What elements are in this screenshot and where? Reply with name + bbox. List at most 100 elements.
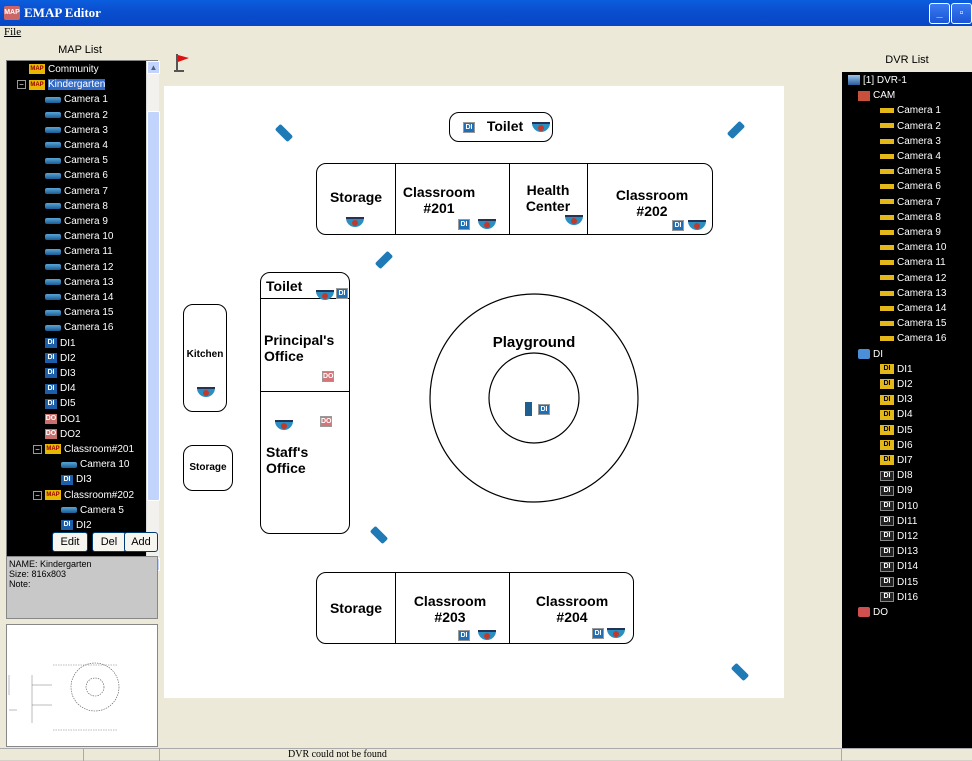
map-tree-item[interactable]: Camera 8 [45, 199, 108, 214]
dvr-tree-item[interactable]: DI DI2 [880, 377, 913, 392]
map-tree-item[interactable]: Camera 15 [45, 305, 113, 320]
room-health-center[interactable]: Health Center [518, 180, 578, 216]
di-sensor-icon[interactable]: DI [458, 630, 470, 641]
dvr-tree-item[interactable]: Camera 2 [880, 119, 941, 134]
dvr-tree-item[interactable]: DI DI16 [880, 590, 918, 605]
room-classroom-204[interactable]: Classroom #204 [526, 591, 618, 627]
map-tree-item[interactable]: Camera 6 [45, 168, 108, 183]
dvr-tree-item[interactable]: DI DI11 [880, 514, 917, 529]
map-tree-item[interactable]: DI DI2 [61, 518, 92, 533]
do-output-icon[interactable]: DO [322, 371, 334, 382]
map-tree-item[interactable]: DI DI3 [45, 366, 76, 381]
dvr-tree-item[interactable]: Camera 16 [880, 331, 946, 346]
dvr-tree-item[interactable]: Camera 14 [880, 301, 946, 316]
map-tree-item[interactable]: DI DI1 [45, 336, 76, 351]
di-sensor-icon[interactable]: DI [592, 628, 604, 639]
map-tree-item[interactable]: Camera 7 [45, 184, 108, 199]
dvr-tree-item[interactable]: Camera 4 [880, 149, 941, 164]
map-tree-item[interactable]: MAP Classroom#201 [45, 442, 134, 457]
dvr-tree-item[interactable]: DI DI4 [880, 407, 913, 422]
maximize-button[interactable]: ▫ [951, 3, 972, 24]
di-sensor-icon[interactable]: DI [336, 288, 348, 299]
map-tree-item[interactable]: Camera 12 [45, 260, 113, 275]
map-thumbnail[interactable] [6, 624, 158, 747]
map-tree-item[interactable]: Camera 13 [45, 275, 113, 290]
map-tree-item[interactable]: DO DO2 [45, 427, 81, 442]
map-tree-item[interactable]: Camera 1 [45, 92, 108, 107]
collapse-icon[interactable]: − [33, 445, 42, 454]
minimize-button[interactable]: _ [929, 3, 950, 24]
map-tree-item[interactable]: MAP Kindergarten [29, 77, 106, 92]
bullet-camera-icon[interactable] [726, 120, 746, 140]
dvr-tree-item[interactable]: DI [858, 347, 883, 362]
del-button[interactable]: Del [92, 532, 126, 552]
dvr-tree-item[interactable]: DI DI7 [880, 453, 913, 468]
bullet-camera-icon[interactable] [274, 123, 294, 143]
collapse-icon[interactable]: − [33, 490, 42, 500]
dvr-tree-item[interactable]: DI DI1 [880, 362, 913, 377]
map-tree-item[interactable]: DI DI3 [61, 472, 92, 487]
dvr-tree-item[interactable]: DO [858, 605, 888, 620]
dvr-tree-item[interactable]: Camera 6 [880, 179, 941, 194]
room-storage-top[interactable]: Storage [317, 186, 395, 208]
map-tree-item[interactable]: DI DI5 [45, 396, 76, 411]
scroll-thumb[interactable] [147, 111, 160, 501]
collapse-icon[interactable]: − [17, 80, 26, 90]
dvr-tree-item[interactable]: Camera 7 [880, 195, 941, 210]
map-tree-item[interactable]: DI DI2 [45, 351, 76, 366]
map-tree-item[interactable]: Camera 5 [45, 153, 108, 168]
map-tree-item[interactable]: DI DI4 [45, 381, 76, 396]
di-sensor-icon[interactable]: DI [538, 404, 550, 415]
dvr-tree-item[interactable]: Camera 10 [880, 240, 946, 255]
map-tree-item[interactable]: Camera 14 [45, 290, 113, 305]
room-staffs-office[interactable]: Staff's Office [266, 442, 326, 478]
dvr-tree-item[interactable]: Camera 13 [880, 286, 946, 301]
map-tree-item[interactable]: Camera 16 [45, 320, 113, 335]
dvr-tree-item[interactable]: Camera 15 [880, 316, 946, 331]
dvr-tree-item[interactable]: Camera 3 [880, 134, 941, 149]
dvr-tree-item[interactable]: DI DI8 [880, 468, 913, 483]
dvr-tree-item[interactable]: Camera 9 [880, 225, 941, 240]
dvr-tree-item[interactable]: DI DI5 [880, 423, 913, 438]
flag-icon[interactable] [174, 52, 192, 72]
di-sensor-icon[interactable]: DI [672, 220, 684, 231]
menu-file[interactable]: File [4, 26, 21, 38]
scroll-up-icon[interactable]: ▲ [147, 61, 160, 74]
map-tree-item[interactable]: MAP Community [29, 62, 99, 77]
playground-area[interactable] [428, 292, 640, 504]
bullet-camera-icon[interactable] [374, 250, 394, 270]
room-storage-bottom[interactable]: Storage [317, 597, 395, 619]
dvr-tree-item[interactable]: DI DI13 [880, 544, 918, 559]
map-canvas[interactable]: Toilet DI Storage Classroom #201 DI Heal… [164, 86, 784, 698]
dvr-tree-item[interactable]: Camera 8 [880, 210, 941, 225]
ptz-camera-icon[interactable] [525, 402, 532, 416]
do-output-icon[interactable]: DO [320, 416, 332, 427]
map-tree-item[interactable]: Camera 9 [45, 214, 108, 229]
edit-button[interactable]: Edit [52, 532, 88, 552]
dvr-tree-item[interactable]: Camera 5 [880, 164, 941, 179]
di-sensor-icon[interactable]: DI [463, 122, 475, 133]
map-tree-item[interactable]: MAP Classroom#202 [45, 488, 134, 503]
dvr-tree-item[interactable]: DI DI9 [880, 483, 913, 498]
dvr-tree-item[interactable]: DI DI6 [880, 438, 913, 453]
add-button[interactable]: Add [124, 532, 158, 552]
map-tree-item[interactable]: Camera 10 [45, 229, 113, 244]
dvr-tree-item[interactable]: Camera 1 [880, 103, 941, 118]
dvr-tree-item[interactable]: DI DI3 [880, 392, 913, 407]
dvr-tree-item[interactable]: DI DI10 [880, 499, 918, 514]
dvr-tree-item[interactable]: DI DI14 [880, 559, 918, 574]
dvr-tree-item[interactable]: DI DI12 [880, 529, 918, 544]
dvr-tree-item[interactable]: Camera 11 [880, 255, 946, 270]
map-tree[interactable]: MAP Community MAP Kindergarten − Camera 1 Came… [6, 60, 158, 572]
dvr-tree-item[interactable]: Camera 12 [880, 271, 946, 286]
di-sensor-icon[interactable]: DI [458, 219, 470, 230]
map-tree-item[interactable]: Camera 10 [61, 457, 129, 472]
bullet-camera-icon[interactable] [730, 662, 750, 682]
room-classroom-201[interactable]: Classroom #201 [403, 182, 475, 218]
dvr-tree-item[interactable]: CAM [858, 88, 895, 103]
map-tree-item[interactable]: Camera 11 [45, 244, 113, 259]
room-principals-office[interactable]: Principal's Office [264, 330, 348, 366]
map-tree-item[interactable]: DO DO1 [45, 412, 81, 427]
room-toilet-left[interactable]: Toilet [266, 277, 312, 295]
room-classroom-203[interactable]: Classroom #203 [404, 591, 496, 627]
